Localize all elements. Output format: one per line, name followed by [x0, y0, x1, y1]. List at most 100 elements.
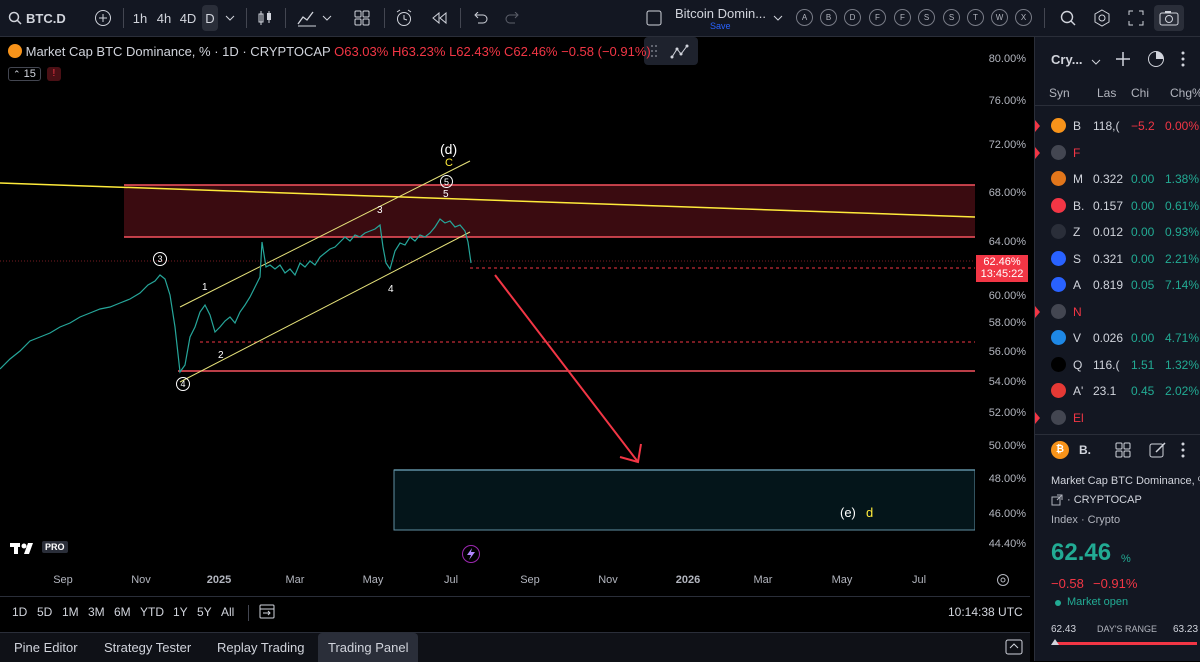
- layout-name[interactable]: Bitcoin Domin...: [675, 6, 766, 21]
- watchlist-letter-t[interactable]: T: [967, 9, 984, 26]
- watchlist-row[interactable]: A 0.819 0.05 7.14%: [1035, 272, 1200, 298]
- range-1m-button[interactable]: 1M: [62, 605, 79, 619]
- external-link-icon[interactable]: [1051, 494, 1063, 509]
- watchlist-row[interactable]: N: [1035, 299, 1200, 325]
- interval-1h-button[interactable]: 1h: [130, 5, 150, 31]
- watchlist-letter-a[interactable]: A: [796, 9, 813, 26]
- undo-icon[interactable]: [470, 5, 490, 31]
- redo-icon[interactable]: [503, 5, 523, 31]
- wave-label-e: (e): [840, 505, 856, 520]
- collapse-panel-icon[interactable]: [1005, 639, 1023, 658]
- fullscreen-icon[interactable]: [1125, 5, 1147, 31]
- chevron-down-icon[interactable]: [1091, 54, 1101, 68]
- watchlist-row[interactable]: A' 23.1 0.45 2.02%: [1035, 378, 1200, 404]
- watchlist-row[interactable]: B. 0.157 0.00 0.61%: [1035, 193, 1200, 219]
- column-change-pct[interactable]: Chg%: [1170, 86, 1200, 100]
- lightning-icon[interactable]: [462, 545, 480, 563]
- elliott-wave-tool-icon[interactable]: [670, 41, 692, 61]
- price-axis[interactable]: 80.00% 76.00% 72.00% 68.00% 64.00% 60.00…: [975, 37, 1030, 567]
- interval-4d-button[interactable]: 4D: [177, 5, 199, 31]
- watchlist-row[interactable]: F: [1035, 140, 1200, 166]
- range-1y-button[interactable]: 1Y: [173, 605, 188, 619]
- chevron-down-icon[interactable]: [320, 5, 334, 31]
- column-change[interactable]: Chi: [1131, 86, 1149, 100]
- axis-settings-icon[interactable]: [996, 573, 1010, 590]
- legend-open: O63.03%: [334, 44, 389, 59]
- warning-icon[interactable]: !: [46, 67, 61, 81]
- symbol-search-button[interactable]: BTC.D: [26, 5, 66, 31]
- watchlist-letter-s2[interactable]: S: [943, 9, 960, 26]
- settings-hex-icon[interactable]: [1091, 5, 1113, 31]
- utc-clock[interactable]: 10:14:38 UTC: [948, 605, 1023, 619]
- more-icon[interactable]: [1181, 442, 1185, 461]
- interval-4h-button[interactable]: 4h: [153, 5, 175, 31]
- price-tick: 76.00%: [988, 95, 1026, 107]
- price-tick: 50.00%: [988, 440, 1026, 452]
- layout-grid-icon[interactable]: [351, 5, 373, 31]
- range-5d-button[interactable]: 5D: [37, 605, 52, 619]
- watchlist-row[interactable]: El: [1035, 405, 1200, 431]
- tab-replay-trading[interactable]: Replay Trading: [207, 633, 314, 662]
- bottom-panel-tabs: Pine Editor Strategy Tester Replay Tradi…: [0, 632, 1030, 662]
- compare-symbol-button[interactable]: [92, 5, 114, 31]
- save-button[interactable]: Save: [710, 21, 731, 31]
- indicators-icon[interactable]: [295, 5, 319, 31]
- interval-d-button[interactable]: D: [202, 5, 218, 31]
- column-symbol[interactable]: Syn: [1049, 86, 1070, 100]
- chart-pane[interactable]: (d) C 5 5 3 4 1 2 3 4 (e) d PRO: [0, 37, 1030, 567]
- indicator-count-badge[interactable]: ⌃ 15: [8, 67, 41, 81]
- drag-handle-icon[interactable]: [650, 43, 658, 59]
- column-last[interactable]: Las: [1097, 86, 1116, 100]
- indicator-count: 15: [23, 68, 36, 80]
- quick-search-icon[interactable]: [1057, 5, 1079, 31]
- watchlist-letter-f2[interactable]: F: [894, 9, 911, 26]
- advanced-view-icon[interactable]: [1147, 50, 1165, 71]
- divider: [246, 8, 247, 28]
- layout-checkbox-icon[interactable]: [644, 5, 664, 31]
- range-ytd-button[interactable]: YTD: [140, 605, 164, 619]
- legend-change: −0.58 (−0.91%): [561, 44, 651, 59]
- watchlist-letter-s[interactable]: S: [918, 9, 935, 26]
- goto-date-icon[interactable]: [258, 602, 276, 623]
- range-all-button[interactable]: All: [221, 605, 234, 619]
- price-tick: 60.00%: [988, 290, 1026, 302]
- watchlist-row[interactable]: Q 116.(1.51 1.32%: [1035, 352, 1200, 378]
- range-marker-icon: [1051, 639, 1059, 645]
- watchlist-letter-w[interactable]: W: [991, 9, 1008, 26]
- watchlist-letter-b[interactable]: B: [820, 9, 837, 26]
- watchlist-letter-f[interactable]: F: [869, 9, 886, 26]
- camera-icon[interactable]: [1154, 5, 1184, 31]
- search-icon[interactable]: [6, 5, 24, 31]
- details-symbol[interactable]: B.: [1079, 443, 1091, 457]
- candles-chart-type-icon[interactable]: [254, 5, 276, 31]
- watchlist-title[interactable]: Cry...: [1051, 52, 1083, 67]
- watchlist-letter-d[interactable]: D: [844, 9, 861, 26]
- details-exchange[interactable]: · CRYPTOCAP: [1067, 494, 1142, 506]
- range-3m-button[interactable]: 3M: [88, 605, 105, 619]
- alert-clock-icon[interactable]: [393, 5, 415, 31]
- layout-grid-icon[interactable]: [1115, 442, 1131, 461]
- chevron-down-icon[interactable]: [222, 5, 238, 31]
- range-6m-button[interactable]: 6M: [114, 605, 131, 619]
- edit-note-icon[interactable]: [1149, 441, 1167, 462]
- time-axis[interactable]: Sep Nov 2025 Mar May Jul Sep Nov 2026 Ma…: [0, 567, 975, 595]
- legend-title[interactable]: Market Cap BTC Dominance, % · 1D · CRYPT…: [26, 44, 331, 59]
- watchlist-row[interactable]: V 0.026 0.00 4.71%: [1035, 325, 1200, 351]
- more-icon[interactable]: [1181, 51, 1185, 70]
- drawing-toolbar[interactable]: [644, 37, 698, 65]
- chevron-down-icon[interactable]: [770, 5, 786, 31]
- candle-countdown: 13:45:22: [980, 268, 1024, 280]
- tab-pine-editor[interactable]: Pine Editor: [4, 633, 88, 662]
- watchlist-row[interactable]: S 0.321 0.00 2.21%: [1035, 246, 1200, 272]
- range-1d-button[interactable]: 1D: [12, 605, 27, 619]
- watchlist-row[interactable]: M 0.322 0.00 1.38%: [1035, 166, 1200, 192]
- watchlist-row[interactable]: Z 0.012 0.00 0.93%: [1035, 219, 1200, 245]
- range-5y-button[interactable]: 5Y: [197, 605, 212, 619]
- replay-icon[interactable]: [428, 5, 450, 31]
- watchlist-letter-x[interactable]: X: [1015, 9, 1032, 26]
- tab-trading-panel[interactable]: Trading Panel: [318, 633, 419, 662]
- watchlist-cell-last: 116.(: [1093, 357, 1120, 372]
- tab-strategy-tester[interactable]: Strategy Tester: [94, 633, 201, 662]
- add-symbol-icon[interactable]: [1115, 51, 1131, 70]
- watchlist-row[interactable]: B 118,(−5.2 0.00%: [1035, 113, 1200, 139]
